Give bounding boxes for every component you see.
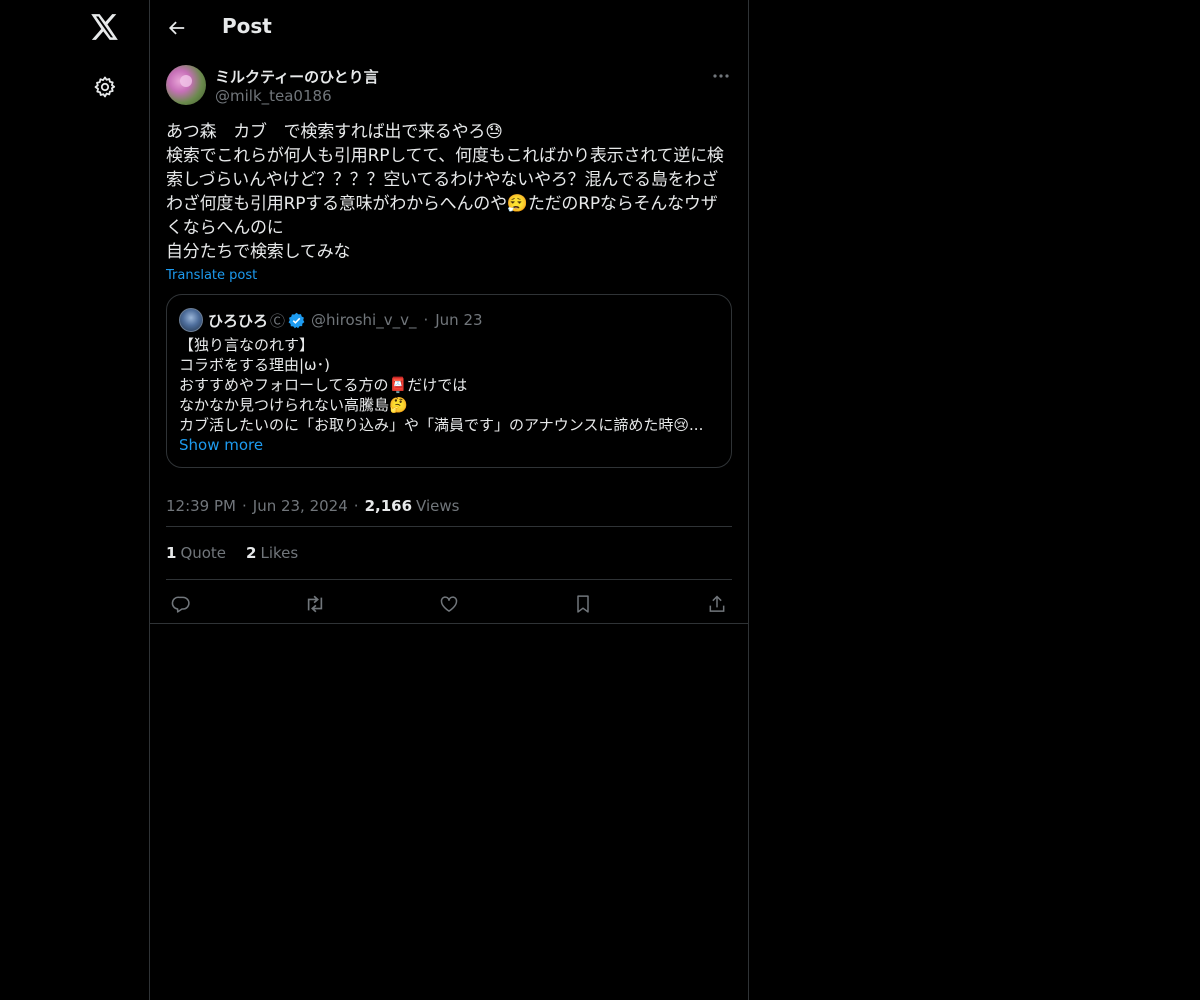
page-title: Post (222, 14, 272, 38)
author-display-name[interactable]: ミルクティーのひとり言 (215, 66, 379, 87)
repost-button[interactable] (304, 593, 326, 615)
quoted-post-text: 【独り言なのれす】 コラボをする理由|ω･) おすすめやフォローしてる方の📮だけ… (179, 336, 704, 434)
more-options-button[interactable] (710, 66, 732, 86)
post-bottom-border (150, 623, 748, 624)
quotes-stat[interactable]: 1 Quote (166, 544, 226, 562)
quotes-label: Quote (180, 544, 227, 562)
bookmark-icon (574, 594, 592, 614)
separator-dot: · (423, 311, 429, 329)
quoted-handle: @hiroshi_v_v_ (311, 311, 417, 329)
quoted-date: Jun 23 (435, 311, 483, 329)
post: ミルクティーのひとり言 @milk_tea0186 あつ森 カブ で検索すれば出… (166, 64, 732, 627)
post-stats: 1 Quote 2 Likes (166, 527, 732, 579)
back-button[interactable] (164, 15, 190, 41)
likes-count: 2 (246, 544, 257, 562)
post-meta: 12:39 PM · Jun 23, 2024 · 2,166 Views (166, 486, 732, 526)
x-logo-icon[interactable] (88, 10, 122, 44)
post-author: ミルクティーのひとり言 @milk_tea0186 (166, 64, 732, 108)
quotes-count: 1 (166, 544, 177, 562)
arrow-left-icon (168, 19, 186, 37)
share-icon (707, 594, 727, 614)
quoted-display-name: ひろひろ (208, 311, 269, 330)
post-time[interactable]: 12:39 PM (166, 497, 236, 515)
verified-badge-icon (288, 312, 305, 329)
translate-post-link[interactable]: Translate post (166, 268, 257, 283)
show-more-link[interactable]: Show more (179, 436, 263, 454)
post-actions (166, 580, 732, 627)
bookmark-button[interactable] (572, 593, 594, 615)
like-button[interactable] (438, 593, 460, 615)
post-date[interactable]: Jun 23, 2024 (253, 497, 348, 515)
views-label: Views (416, 497, 460, 515)
main-column: Post ミルクティーのひとり言 @milk_tea0186 あつ森 カブ で検… (149, 0, 749, 1000)
reply-icon (171, 594, 191, 614)
separator-dot: · (353, 497, 359, 515)
reply-button[interactable] (170, 593, 192, 615)
quoted-post-header: ひろひろ Ⓒ @hiroshi_v_v_ · Jun 23 (179, 307, 483, 333)
separator-dot: · (241, 497, 247, 515)
likes-label: Likes (260, 544, 299, 562)
repost-icon (304, 594, 326, 614)
gear-icon[interactable] (90, 72, 120, 102)
views-count: 2,166 (364, 497, 413, 515)
post-text: あつ森 カブ で検索すれば出で来るやろ😓 検索でこれらが何人も引用RPしてて、何… (166, 122, 724, 262)
avatar[interactable] (166, 65, 206, 105)
left-navigation (0, 0, 150, 1000)
author-handle[interactable]: @milk_tea0186 (215, 87, 332, 105)
quoted-avatar (179, 308, 203, 332)
page-header: Post (150, 0, 748, 54)
copyright-mark: Ⓒ (270, 311, 286, 330)
quoted-post[interactable]: ひろひろ Ⓒ @hiroshi_v_v_ · Jun 23 【独り言なのれす】 … (166, 294, 732, 468)
share-button[interactable] (706, 593, 728, 615)
more-dots-icon (713, 74, 729, 78)
like-icon (439, 594, 459, 614)
likes-stat[interactable]: 2 Likes (246, 544, 298, 562)
